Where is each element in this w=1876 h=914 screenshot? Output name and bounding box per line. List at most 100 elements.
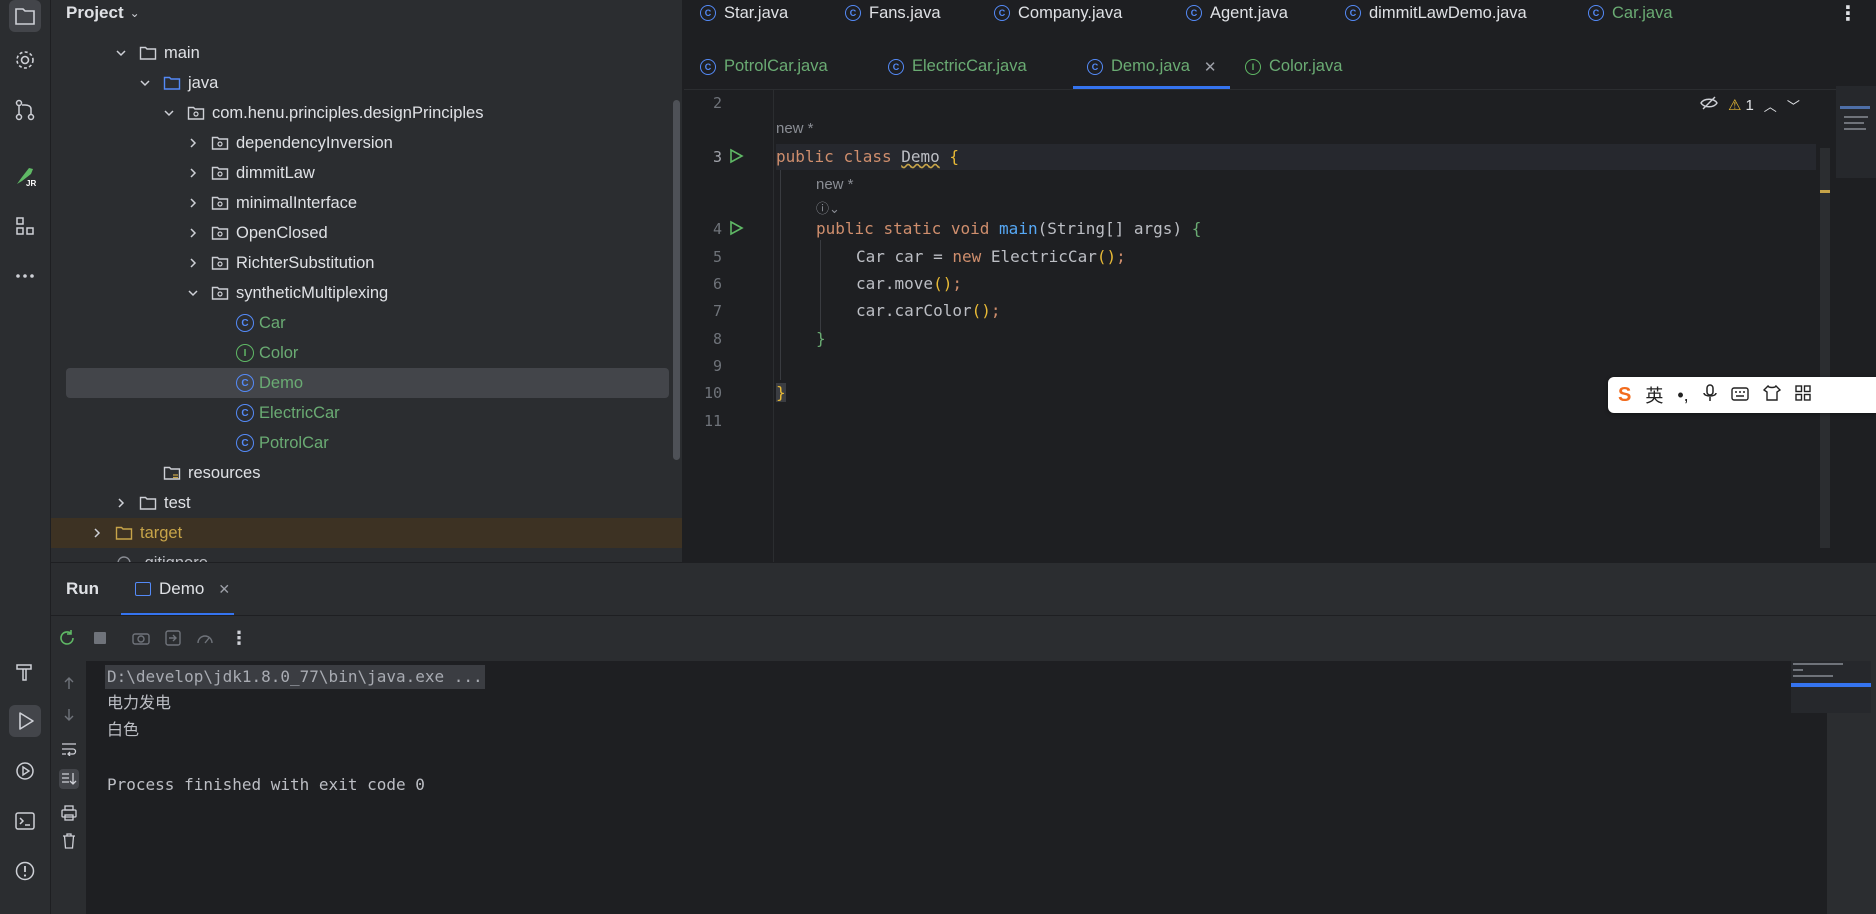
code-area[interactable]: new * public class Demo { new * ⓘ⌄ publi… bbox=[776, 90, 1816, 562]
arrow-down-icon[interactable] bbox=[59, 705, 79, 725]
reader-mode-icon[interactable] bbox=[1700, 96, 1718, 114]
structure-icon[interactable] bbox=[9, 210, 41, 242]
line-number: 3 bbox=[712, 148, 722, 166]
punctuation-icon[interactable]: •, bbox=[1677, 385, 1688, 406]
tree-item-RichterSubstitution[interactable]: RichterSubstitution bbox=[51, 248, 682, 278]
print-icon[interactable] bbox=[59, 803, 79, 823]
project-header[interactable]: Project ⌄ bbox=[51, 0, 682, 26]
ime-language-toggle[interactable]: 英 bbox=[1645, 382, 1663, 408]
run-tool-icon[interactable] bbox=[9, 705, 41, 737]
tab-demo-java[interactable]: C Demo.java ✕ bbox=[1072, 44, 1231, 89]
run-header: Run Demo ✕ bbox=[51, 563, 1876, 616]
tree-item-label: syntheticMultiplexing bbox=[236, 283, 389, 302]
indent-guide bbox=[820, 240, 821, 332]
more-options-icon[interactable]: ⋮ bbox=[229, 628, 249, 648]
code-line-10: } bbox=[776, 383, 786, 402]
keyboard-icon[interactable] bbox=[1730, 385, 1749, 406]
tree-item-gitignore[interactable]: .gitignore bbox=[51, 548, 682, 562]
tree-item-OpenClosed[interactable]: OpenClosed bbox=[51, 218, 682, 248]
arrow-up-icon[interactable] bbox=[59, 673, 79, 693]
tab-car-java[interactable]: C Car.java bbox=[1588, 0, 1673, 26]
tree-item-java[interactable]: java bbox=[51, 68, 682, 98]
tree-item-ElectricCar[interactable]: C ElectricCar bbox=[51, 398, 682, 428]
tree-item-package-root[interactable]: com.henu.principles.designPrinciples bbox=[51, 98, 682, 128]
stop-icon[interactable] bbox=[90, 628, 110, 648]
project-title: Project bbox=[66, 3, 124, 22]
class-icon: C bbox=[1087, 58, 1103, 75]
chevron-down-icon[interactable]: ﹀ bbox=[1787, 96, 1800, 115]
chevron-right-icon[interactable] bbox=[186, 166, 200, 180]
exit-icon[interactable] bbox=[163, 628, 183, 648]
inspection-widget[interactable]: ⚠ 1 ︿ ﹀ bbox=[1700, 92, 1800, 118]
coverage-gauge-icon[interactable] bbox=[195, 628, 215, 648]
project-scrollbar[interactable] bbox=[673, 100, 680, 460]
tree-item-target[interactable]: target bbox=[51, 518, 682, 548]
class-icon: C bbox=[236, 434, 254, 452]
tab-color-java[interactable]: I Color.java bbox=[1245, 44, 1342, 89]
tree-item-PotrolCar[interactable]: C PotrolCar bbox=[51, 428, 682, 458]
tab-company-java[interactable]: C Company.java bbox=[994, 0, 1122, 26]
tree-item-Car[interactable]: C Car bbox=[51, 308, 682, 338]
tree-item-Demo[interactable]: C Demo bbox=[51, 368, 682, 398]
tab-dimmitlawdemo-java[interactable]: CdimmitLawDemo.java bbox=[1345, 0, 1527, 26]
chevron-down-icon[interactable] bbox=[114, 46, 128, 60]
tree-item-dependencyInversion[interactable]: dependencyInversion bbox=[51, 128, 682, 158]
services-icon[interactable] bbox=[9, 755, 41, 787]
tab-electriccar-java[interactable]: C ElectricCar.java bbox=[888, 44, 1027, 89]
jrebel-rocket-icon[interactable]: JR bbox=[9, 160, 41, 192]
tabs-more-icon[interactable]: ⋮ bbox=[1838, 0, 1858, 26]
microphone-icon[interactable] bbox=[1702, 383, 1717, 407]
warnings-indicator[interactable]: ⚠ 1 bbox=[1728, 96, 1754, 115]
chevron-down-icon[interactable] bbox=[162, 106, 176, 120]
chevron-up-icon[interactable]: ︿ bbox=[1764, 96, 1777, 115]
editor-minimap[interactable] bbox=[1836, 86, 1876, 178]
author-hint: new * bbox=[816, 176, 854, 193]
tree-item-main[interactable]: main bbox=[51, 38, 682, 68]
chevron-right-icon[interactable] bbox=[114, 496, 128, 510]
run-main-icon[interactable] bbox=[728, 148, 744, 164]
chevron-down-icon[interactable]: ⌄ bbox=[130, 6, 140, 20]
build-hammer-icon[interactable] bbox=[9, 656, 41, 688]
tab-agent-java[interactable]: C Agent.java bbox=[1186, 0, 1288, 26]
tree-item-test[interactable]: test bbox=[51, 488, 682, 518]
toolbox-grid-icon[interactable] bbox=[1794, 384, 1811, 406]
chevron-down-icon[interactable] bbox=[138, 76, 152, 90]
tab-label: Color.java bbox=[1269, 57, 1343, 75]
camera-icon[interactable] bbox=[131, 628, 151, 648]
close-icon[interactable]: ✕ bbox=[1204, 58, 1217, 76]
close-icon[interactable]: ✕ bbox=[218, 581, 230, 598]
tab-star-java[interactable]: C Star.java bbox=[700, 0, 788, 26]
tree-item-minimalInterface[interactable]: minimalInterface bbox=[51, 188, 682, 218]
code-vision-icon[interactable]: ⓘ⌄ bbox=[816, 198, 840, 217]
chevron-right-icon[interactable] bbox=[186, 256, 200, 270]
chevron-down-icon[interactable] bbox=[186, 286, 200, 300]
problems-icon[interactable] bbox=[9, 855, 41, 887]
terminal-icon[interactable] bbox=[9, 805, 41, 837]
tree-item-resources[interactable]: resources bbox=[51, 458, 682, 488]
chevron-right-icon[interactable] bbox=[186, 226, 200, 240]
tab-fans-java[interactable]: C Fans.java bbox=[845, 0, 941, 26]
source-folder-icon bbox=[163, 74, 181, 92]
skin-shirt-icon[interactable] bbox=[1762, 384, 1781, 406]
more-tools-icon[interactable] bbox=[9, 260, 41, 292]
tree-item-dimmitLaw[interactable]: dimmitLaw bbox=[51, 158, 682, 188]
console-output[interactable]: D:\develop\jdk1.8.0_77\bin\java.exe ... … bbox=[87, 661, 1827, 914]
chevron-right-icon[interactable] bbox=[186, 196, 200, 210]
run-tab-demo[interactable]: Demo ✕ bbox=[120, 579, 235, 616]
tree-item-syntheticMultiplexing[interactable]: syntheticMultiplexing bbox=[51, 278, 682, 308]
run-main-icon[interactable] bbox=[728, 220, 744, 236]
tree-item-Color[interactable]: I Color bbox=[51, 338, 682, 368]
console-minimap[interactable] bbox=[1791, 661, 1871, 713]
warning-marker[interactable] bbox=[1820, 190, 1830, 193]
git-branch-icon[interactable] bbox=[9, 94, 41, 126]
settings-gear-icon[interactable] bbox=[9, 44, 41, 76]
editor-scrollbar[interactable] bbox=[1820, 148, 1830, 548]
trash-icon[interactable] bbox=[59, 831, 79, 851]
chevron-right-icon[interactable] bbox=[186, 136, 200, 150]
tab-potrolcar-java[interactable]: C PotrolCar.java bbox=[700, 44, 828, 89]
soft-wrap-icon[interactable] bbox=[59, 739, 79, 759]
chevron-right-icon[interactable] bbox=[90, 526, 104, 540]
scroll-to-end-icon[interactable] bbox=[59, 769, 79, 789]
rerun-icon[interactable] bbox=[57, 628, 77, 648]
project-tool-icon[interactable] bbox=[9, 0, 41, 32]
